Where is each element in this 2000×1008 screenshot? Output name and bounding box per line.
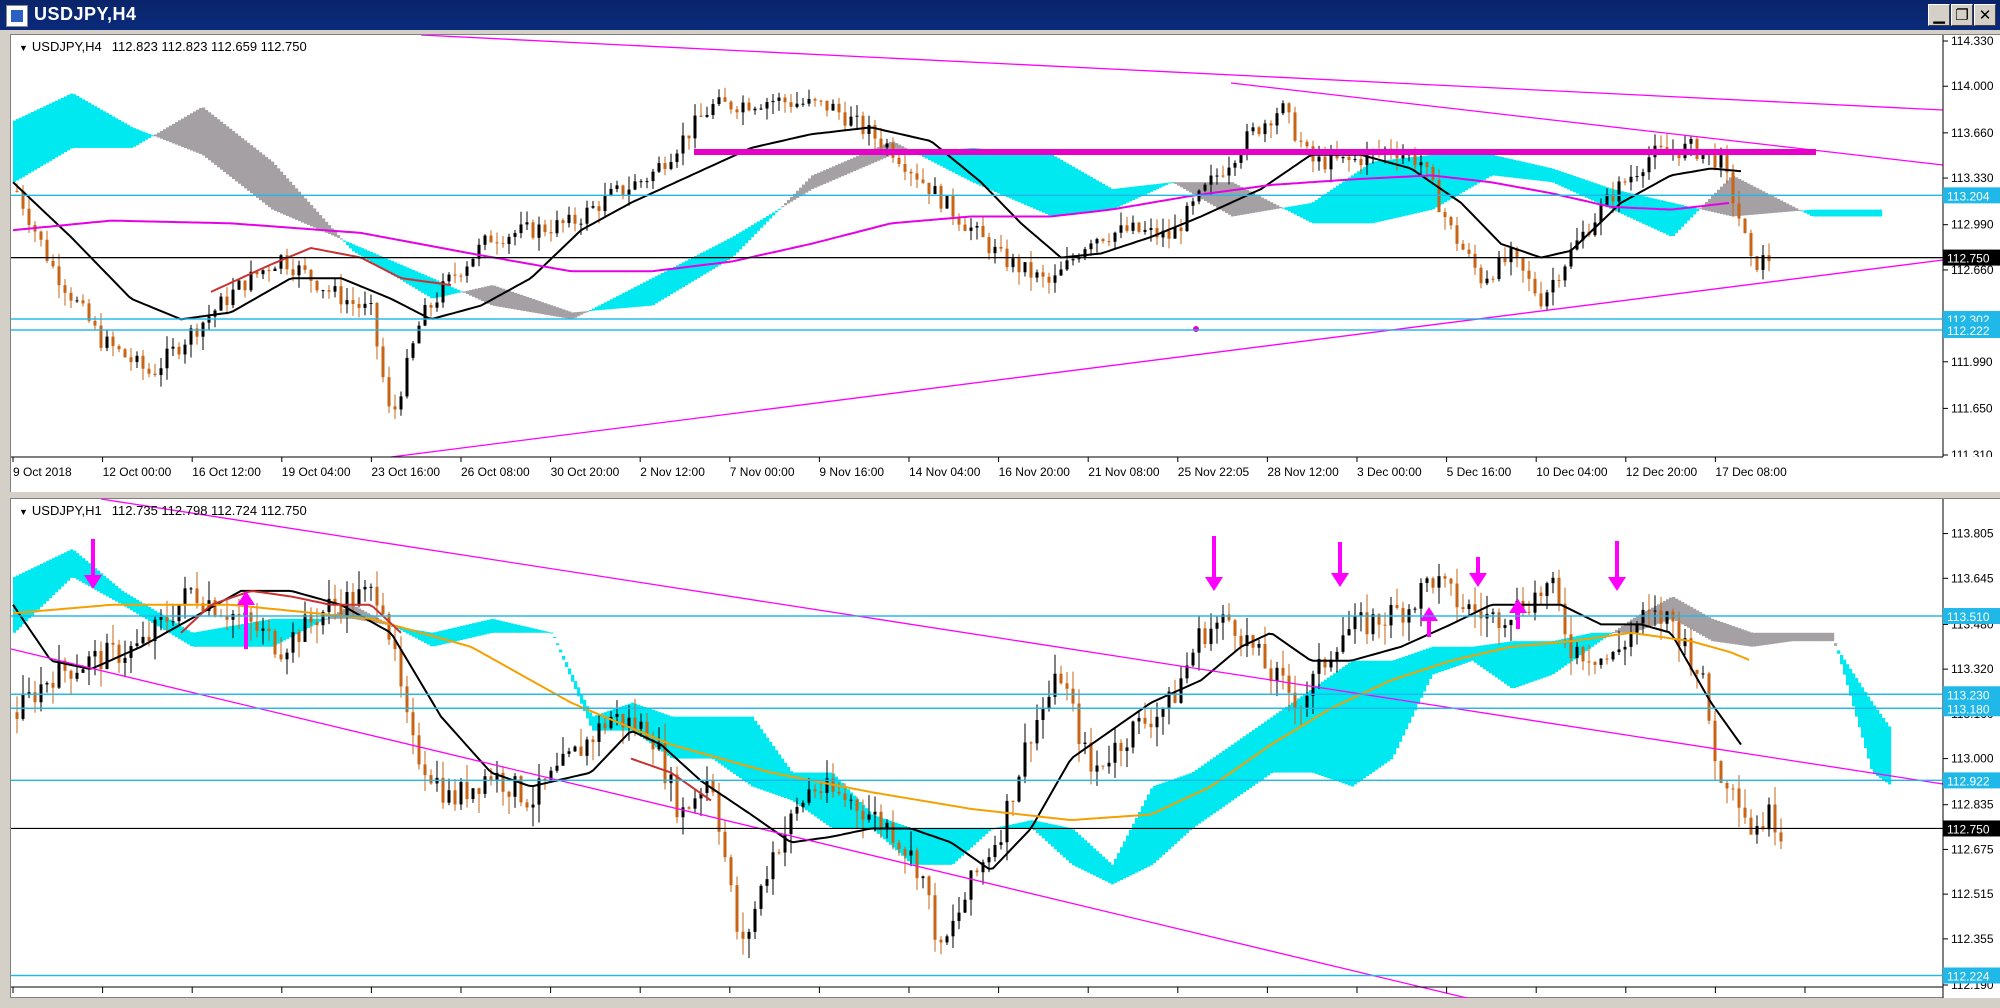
h4-lower-trendline [390,259,1944,458]
h4-level-label: 112.222 [1947,324,1990,338]
h4-date-axis: 9 Oct 2018 12 Oct 00:00 16 Oct 12:00 19 Oct… [11,456,2000,493]
minimize-button[interactable]: ▁ [1928,4,1950,26]
h1-chart-header: ▼ USDJPY,H1 112.735 112.798 112.724 112.75… [19,503,307,518]
h1-ohlc-values: 112.735 112.798 112.724 112.750 [111,503,307,518]
chart-window-icon [6,5,28,27]
date-tick-label: 21 Nov 08:00 [1088,465,1160,479]
price-tick-label: 112.990 [1951,218,1994,232]
h1-level-label: 113.510 [1947,610,1990,624]
h4-current-price-label: 112.750 [1947,252,1990,266]
date-tick-label: 30 Oct 20:00 [551,465,620,479]
date-tick-label: 12 Oct 00:00 [103,465,172,479]
date-tick-label: 16 Oct 12:00 [192,465,261,479]
price-tick-label: 113.805 [1951,527,1994,541]
price-tick-label: 113.645 [1951,571,1994,585]
date-tick-label: 25 Nov 22:05 [1178,465,1250,479]
window-title: USDJPY,H4 [34,4,137,24]
h4-marker-dot [1193,326,1199,332]
date-tick-label: 9 Nov 16:00 [819,465,884,479]
price-tick-label: 112.515 [1951,887,1994,901]
h1-level-label: 113.180 [1947,702,1990,716]
date-tick-label: 26 Oct 08:00 [461,465,530,479]
price-tick-label: 113.000 [1951,752,1994,766]
date-tick-label: 19 Oct 04:00 [282,465,351,479]
price-tick-label: 113.320 [1951,662,1994,676]
date-tick-label: 7 Nov 00:00 [730,465,795,479]
price-tick-label: 114.000 [1951,79,1994,93]
collapse-triangle-icon[interactable]: ▼ [19,43,28,53]
h1-current-price-label: 112.750 [1947,822,1990,836]
sell-signal-arrow-icon [1205,536,1223,591]
date-tick-label: 9 Oct 2018 [13,465,72,479]
date-tick-label: 16 Nov 20:00 [999,465,1071,479]
date-tick-label: 3 Dec 00:00 [1357,465,1422,479]
price-tick-label: 111.650 [1951,401,1993,415]
h4-level-label: 113.204 [1947,189,1990,203]
price-tick-label: 112.835 [1951,798,1994,812]
h1-date-axis [11,986,1943,993]
h4-chart-header: ▼ USDJPY,H4 112.823 112.823 112.659 112.75… [19,39,307,54]
date-tick-label: 28 Nov 12:00 [1267,465,1339,479]
h4-upper-trendline [420,35,1944,111]
h1-price-chart[interactable]: 113.805113.645113.480113.320113.160113.0… [11,499,2000,999]
price-tick-label: 114.330 [1951,35,1994,48]
status-strip [0,998,2000,1008]
maximize-button[interactable]: ❐ [1951,4,1973,26]
h1-chart-pane[interactable]: 113.805113.645113.480113.320113.160113.0… [10,498,2000,999]
h4-candlesticks [15,87,1771,420]
date-tick-label: 14 Nov 04:00 [909,465,981,479]
sell-signal-arrow-icon [1469,557,1487,587]
h1-level-label: 113.230 [1947,688,1990,702]
h1-lower-channel-line [11,648,1472,999]
price-tick-label: 113.330 [1951,171,1994,185]
date-tick-label: 23 Oct 16:00 [371,465,440,479]
h1-price-axis: 113.805113.645113.480113.320113.160113.0… [1942,499,2000,999]
close-button[interactable]: ✕ [1974,4,1996,26]
collapse-triangle-icon[interactable]: ▼ [19,507,28,517]
sell-signal-arrow-icon [1608,541,1626,591]
sell-signal-arrow-icon [1331,542,1349,587]
date-tick-label: 5 Dec 16:00 [1447,465,1512,479]
h1-upper-channel-line [100,499,1944,785]
price-tick-label: 112.675 [1951,842,1994,856]
h4-symbol-label: USDJPY,H4 [31,39,102,54]
h1-level-label: 112.922 [1947,774,1990,788]
date-tick-label: 17 Dec 08:00 [1715,465,1787,479]
h1-level-label: 112.224 [1947,969,1990,983]
date-tick-label: 10 Dec 04:00 [1536,465,1608,479]
date-tick-label: 2 Nov 12:00 [640,465,705,479]
price-tick-label: 111.990 [1951,355,1993,369]
h4-price-chart[interactable]: 113.204112.302112.222114.330114.000113.6… [11,35,2000,493]
h4-ohlc-values: 112.823 112.823 112.659 112.750 [111,39,307,54]
price-tick-label: 112.355 [1951,932,1994,946]
h4-chart-pane[interactable]: 113.204112.302112.222114.330114.000113.6… [10,34,2000,493]
date-tick-label: 12 Dec 20:00 [1626,465,1698,479]
window-title-bar: USDJPY,H4 ▁ ❐ ✕ [0,0,2000,30]
h1-symbol-label: USDJPY,H1 [31,503,102,518]
price-tick-label: 113.660 [1951,126,1994,140]
